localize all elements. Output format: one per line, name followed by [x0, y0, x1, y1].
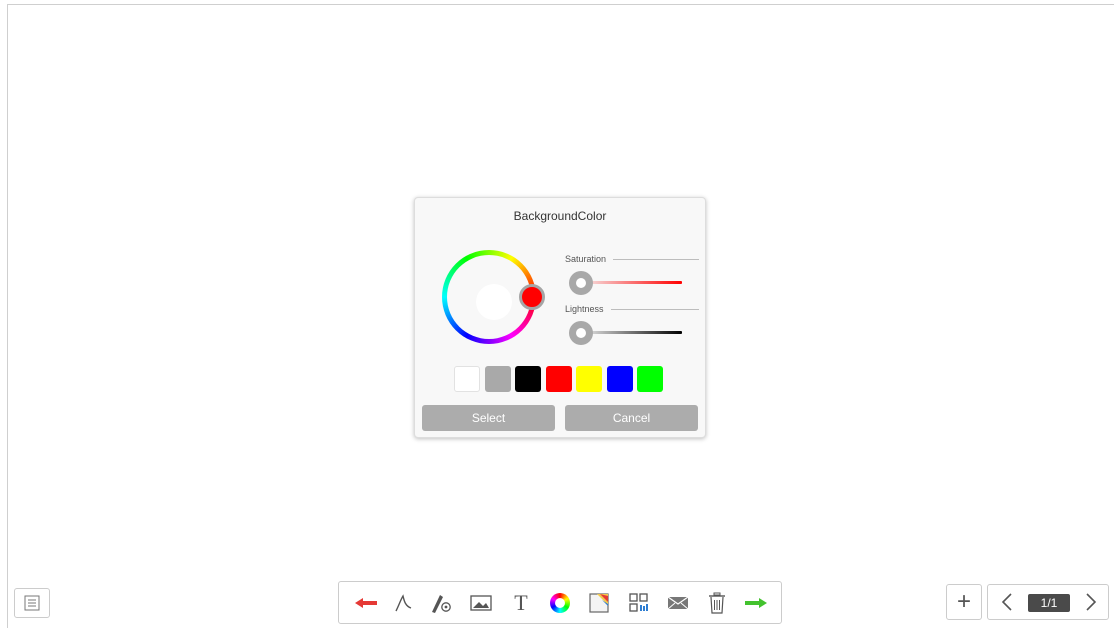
pen-icon: [395, 594, 412, 612]
page-navigator: 1/1: [987, 584, 1109, 620]
insert-image-button[interactable]: [468, 590, 494, 616]
lightness-label: Lightness: [565, 304, 604, 314]
plus-icon: +: [956, 588, 971, 615]
pen-tool-button[interactable]: [391, 590, 417, 616]
saturation-label: Saturation: [565, 254, 607, 264]
trash-icon: [709, 592, 725, 614]
swatch-black[interactable]: [515, 366, 541, 392]
saturation-slider-knob[interactable]: [569, 271, 593, 295]
background-color-dialog: BackgroundColor Saturation Lightness Sel…: [414, 197, 706, 438]
text-tool-button[interactable]: T: [508, 590, 534, 616]
previous-page-button[interactable]: [990, 585, 1024, 619]
color-button[interactable]: [547, 590, 573, 616]
swatch-green[interactable]: [637, 366, 663, 392]
lightness-track[interactable]: [581, 331, 682, 334]
page-indicator: 1/1: [1028, 594, 1070, 612]
swatch-red[interactable]: [546, 366, 572, 392]
chevron-right-icon: [1086, 593, 1097, 611]
mail-button[interactable]: [665, 590, 691, 616]
saturation-divider: [613, 259, 699, 260]
qr-code-icon: [629, 593, 648, 612]
bottom-toolbar: T: [338, 581, 782, 624]
image-icon: [470, 595, 492, 611]
hue-handle[interactable]: [519, 284, 545, 310]
mail-icon: [667, 596, 689, 610]
swatch-gray[interactable]: [485, 366, 511, 392]
chevron-left-icon: [1001, 593, 1012, 611]
swatch-blue[interactable]: [607, 366, 633, 392]
select-button[interactable]: Select: [422, 405, 555, 431]
background-button[interactable]: [586, 590, 612, 616]
lightness-slider-knob[interactable]: [569, 321, 593, 345]
delete-button[interactable]: [704, 590, 730, 616]
undo-button[interactable]: [353, 590, 379, 616]
menu-button[interactable]: [14, 588, 50, 618]
background-icon: [589, 593, 609, 613]
pen-settings-button[interactable]: [428, 590, 454, 616]
color-preview: [476, 284, 512, 320]
color-wheel-icon: [550, 593, 570, 613]
next-page-button[interactable]: [1074, 585, 1108, 619]
saturation-track[interactable]: [581, 281, 682, 284]
qr-code-button[interactable]: [626, 590, 652, 616]
lightness-divider: [611, 309, 699, 310]
redo-arrow-icon: [745, 598, 767, 608]
swatch-yellow[interactable]: [576, 366, 602, 392]
redo-button[interactable]: [743, 590, 769, 616]
dialog-title: BackgroundColor: [513, 209, 607, 223]
list-icon: [24, 595, 40, 611]
cancel-button[interactable]: Cancel: [565, 405, 698, 431]
add-page-button[interactable]: +: [946, 584, 982, 620]
swatch-white[interactable]: [454, 366, 480, 392]
undo-arrow-icon: [355, 598, 377, 608]
pen-settings-icon: [432, 595, 451, 613]
